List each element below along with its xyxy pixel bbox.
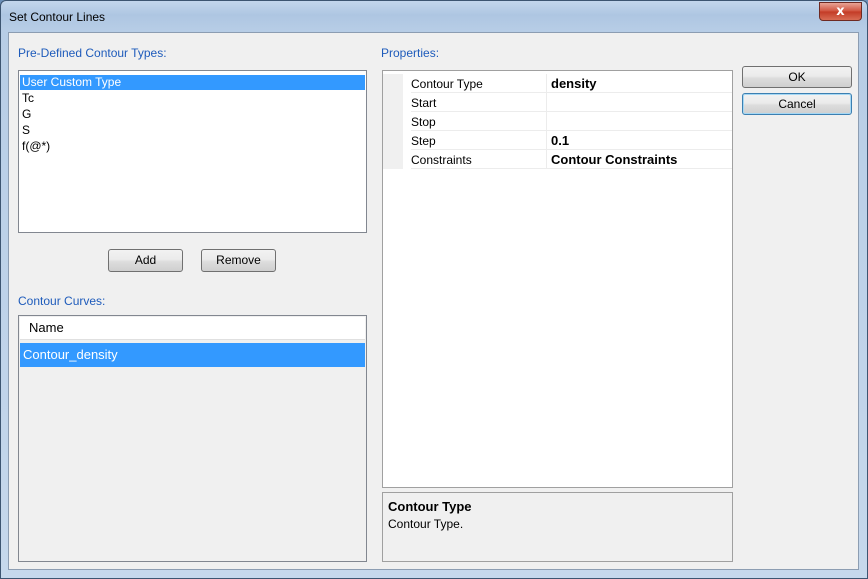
table-row[interactable]: Contour_density — [20, 343, 365, 367]
dialog-client-area: Pre-Defined Contour Types: User Custom T… — [8, 32, 859, 570]
property-value[interactable]: Contour Constraints — [547, 150, 732, 169]
contour-curves-list[interactable]: Name Contour_density — [18, 315, 367, 562]
property-row[interactable]: Constraints Contour Constraints — [383, 150, 732, 169]
ok-button[interactable]: OK — [742, 66, 852, 88]
list-item[interactable]: f(@*) — [20, 139, 365, 154]
column-header-name[interactable]: Name — [20, 317, 365, 340]
help-description: Contour Type. — [388, 517, 464, 531]
remove-button[interactable]: Remove — [201, 249, 276, 272]
property-row[interactable]: Contour Type density — [383, 74, 732, 93]
predefined-types-label: Pre-Defined Contour Types: — [18, 46, 167, 60]
help-title: Contour Type — [388, 499, 472, 514]
property-value[interactable]: density — [547, 74, 732, 93]
dialog-window: Set Contour Lines x Pre-Defined Contour … — [0, 0, 868, 579]
property-gutter — [383, 150, 403, 169]
close-icon: x — [836, 4, 845, 19]
properties-label: Properties: — [381, 46, 440, 60]
contour-curves-label: Contour Curves: — [18, 294, 106, 308]
property-gutter — [383, 74, 403, 93]
list-item[interactable]: User Custom Type — [20, 75, 365, 90]
property-name: Start — [411, 93, 547, 112]
property-grid[interactable]: Contour Type density Start Stop Step 0.1… — [382, 70, 733, 488]
predefined-types-list[interactable]: User Custom Type Tc G S f(@*) — [18, 70, 367, 233]
property-value[interactable]: 0.1 — [547, 131, 732, 150]
property-value[interactable] — [547, 93, 732, 112]
property-gutter — [383, 131, 403, 150]
property-row[interactable]: Step 0.1 — [383, 131, 732, 150]
property-gutter — [383, 112, 403, 131]
property-name: Stop — [411, 112, 547, 131]
property-help-panel: Contour Type Contour Type. — [382, 492, 733, 562]
property-value[interactable] — [547, 112, 732, 131]
list-item[interactable]: Tc — [20, 91, 365, 106]
property-name: Constraints — [411, 150, 547, 169]
list-item[interactable]: S — [20, 123, 365, 138]
property-gutter — [383, 93, 403, 112]
add-button[interactable]: Add — [108, 249, 183, 272]
property-row[interactable]: Start — [383, 93, 732, 112]
title-bar[interactable]: Set Contour Lines x — [1, 1, 867, 31]
property-name: Step — [411, 131, 547, 150]
property-name: Contour Type — [411, 74, 547, 93]
cancel-button[interactable]: Cancel — [742, 93, 852, 115]
close-button[interactable]: x — [819, 2, 862, 21]
list-item[interactable]: G — [20, 107, 365, 122]
window-title: Set Contour Lines — [9, 10, 106, 24]
property-row[interactable]: Stop — [383, 112, 732, 131]
